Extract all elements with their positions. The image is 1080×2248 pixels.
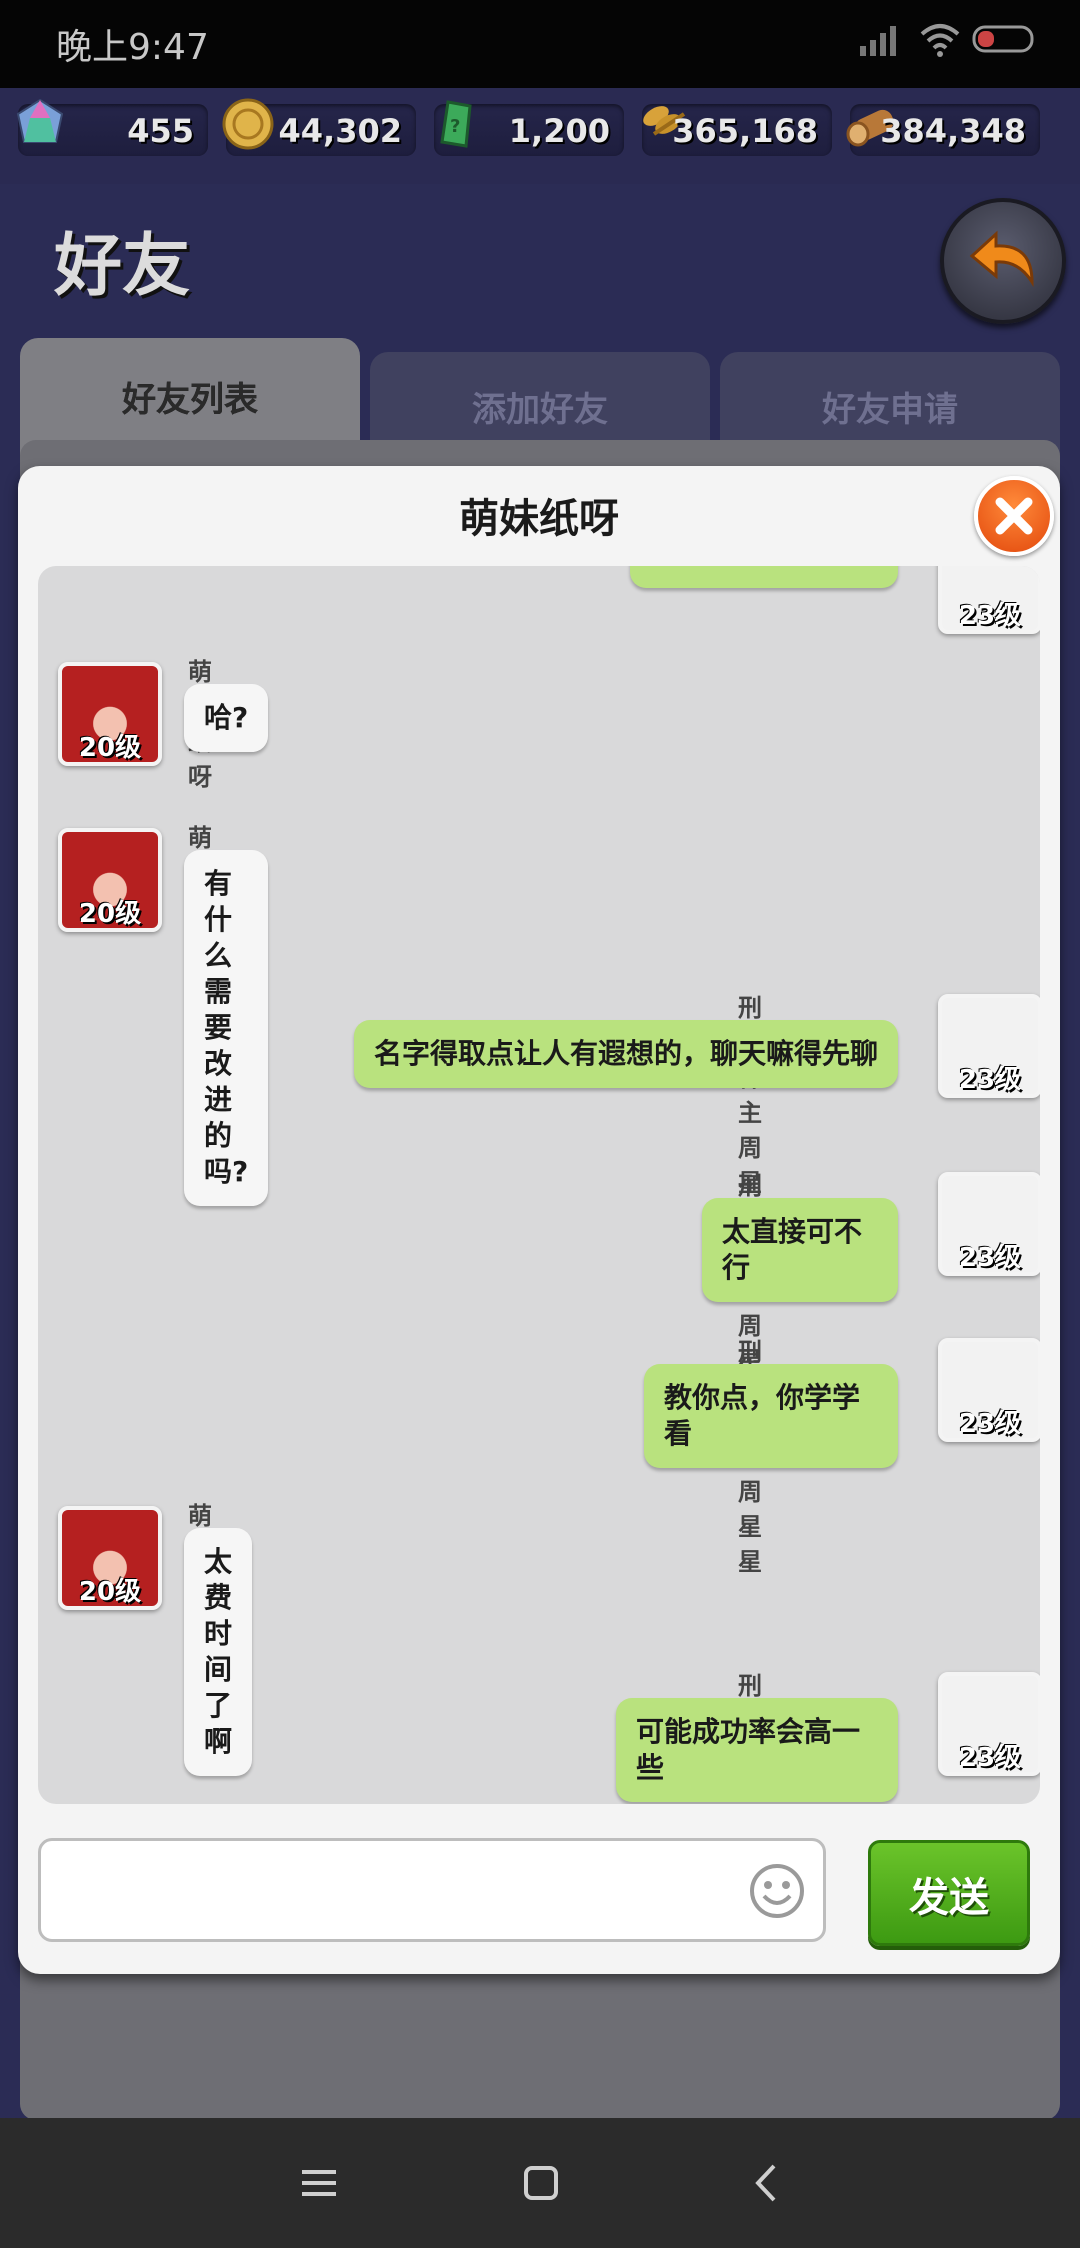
tab-label: 添加好友 [472,390,608,430]
level-badge: 20级 [78,899,142,929]
avatar: 20级 [58,1506,162,1610]
level-badge: 23级 [958,1743,1022,1773]
resource-wood: 384,348 [846,104,1040,156]
emoji-icon[interactable] [748,1862,806,1920]
tab-label: 好友申请 [822,390,958,430]
avatar: 23级 [938,1172,1040,1276]
level-badge: 23级 [958,601,1022,631]
signal-icon [860,26,896,56]
avatar: 20级 [58,828,162,932]
avatar: 23级 [938,1338,1040,1442]
message-bubble: 可能成功率会高一些 [616,1698,898,1802]
back-arrow-icon [969,230,1034,288]
resource-value: 44,302 [278,112,402,150]
level-badge: 23级 [958,1243,1022,1273]
wifi-icon [920,24,960,57]
back-button[interactable] [940,198,1066,324]
level-badge: 23级 [958,1409,1022,1439]
message-bubble: 教你点，你学学看 [644,1364,898,1468]
level-badge: 20级 [78,1577,142,1607]
status-time: 晚上9:47 [56,27,209,68]
chat-messages[interactable]: 23级 20级 萌妹纸呀 哈? 20级 萌妹纸呀 有什么需要改进的吗? 刑罚神主… [38,566,1040,1804]
resource-wheat: 365,168 [642,104,832,156]
message-input[interactable] [38,1838,826,1942]
message-bubble: 名字得取点让人有遐想的，聊天嘛得先聊 [354,1020,898,1088]
green-crystal-icon: ? [440,100,472,148]
message-bubble: 哈? [184,684,269,752]
resource-coins: 44,302 [222,98,416,156]
resource-gems: 455 [16,98,208,156]
battery-icon [972,25,1034,53]
menu-icon[interactable] [294,2158,344,2208]
tab-label: 好友列表 [122,380,258,420]
dialog-title: 萌妹纸呀 [459,496,619,542]
chat-dialog: 萌妹纸呀 23级 20级 萌妹纸呀 哈? 20级 萌妹纸呀 有什么需 [18,466,1060,1974]
resource-crystals: ? 1,200 [434,100,624,156]
resource-value: 365,168 [672,112,818,150]
message-bubble [630,566,898,588]
resource-bar: 455 44,302 ? 1,200 365,168 384,348 [0,88,1080,184]
coin-icon [222,98,274,150]
message-bubble: 太直接可不行 [702,1198,898,1302]
home-icon[interactable] [516,2158,566,2208]
page-title: 好友 [54,227,191,306]
message-bubble: 太费时间了啊 [184,1528,253,1776]
close-button[interactable] [974,476,1054,556]
avatar: 23级 [938,1672,1040,1776]
resource-value: 455 [127,112,194,150]
svg-text:?: ? [450,116,460,137]
avatar: 23级 [938,566,1040,634]
send-label: 发送 [909,1875,989,1921]
level-badge: 20级 [78,733,142,763]
level-badge: 23级 [958,1065,1022,1095]
avatar: 23级 [938,994,1040,1098]
gem-icon [16,98,64,143]
close-icon [995,497,1033,535]
resource-value: 1,200 [508,112,610,150]
resource-value: 384,348 [880,112,1026,150]
status-bar: 晚上9:47 [0,0,1080,88]
send-button[interactable]: 发送 [868,1840,1030,1946]
back-nav-icon[interactable] [742,2158,792,2208]
system-nav-bar [0,2118,1080,2248]
avatar: 20级 [58,662,162,766]
message-bubble: 有什么需要改进的吗? [184,850,269,1206]
